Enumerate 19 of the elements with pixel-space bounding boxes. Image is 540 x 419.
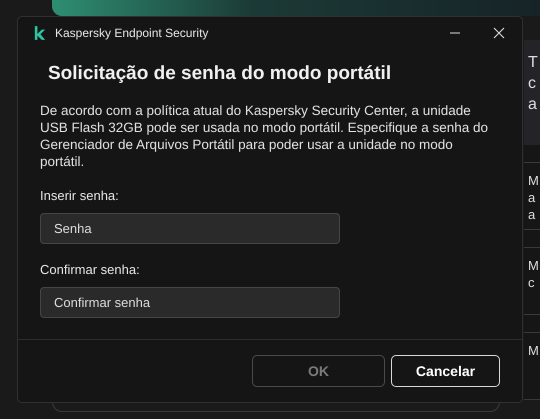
password-field[interactable]: Confirmar senha bbox=[40, 287, 340, 318]
cancel-button[interactable]: Cancelar bbox=[391, 355, 500, 387]
window-title: Kaspersky Endpoint Security bbox=[55, 26, 210, 40]
description-text: De acordo com a política atual do Kaspersky Security Center, a unidade USB Flash 32GB pode ser usada no modo portátil. Especifique a senha do Gerenciador de Arquivos Portátil para poder usar a unidade no modo portátil. bbox=[40, 102, 490, 170]
password-field[interactable]: Senha bbox=[40, 213, 340, 244]
dialog-heading: Solicitação de senha do modo portátil bbox=[48, 62, 392, 86]
window-text: T bbox=[528, 53, 538, 73]
field-label: Confirmar senha: bbox=[40, 262, 140, 278]
item-text: a bbox=[528, 206, 536, 223]
item-text: M bbox=[528, 342, 539, 359]
close-icon[interactable] bbox=[493, 27, 505, 39]
window-text: c bbox=[528, 74, 536, 94]
item-text: c bbox=[528, 274, 534, 291]
item-text: M bbox=[528, 257, 539, 274]
item-text: M bbox=[528, 172, 539, 189]
window-text: a bbox=[528, 95, 537, 115]
logo-icon bbox=[34, 26, 46, 40]
item-text: a bbox=[528, 189, 536, 206]
field-label: Inserir senha: bbox=[40, 188, 119, 204]
